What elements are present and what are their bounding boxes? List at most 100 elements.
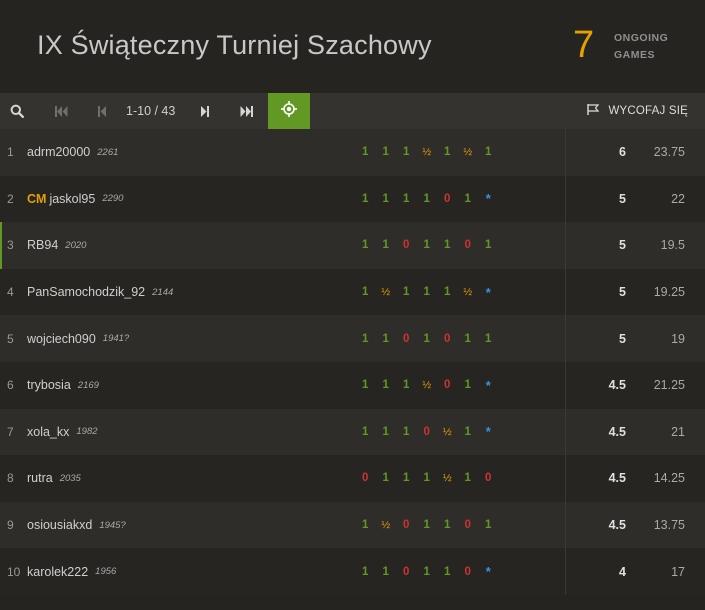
game-result[interactable]: 1 <box>437 239 458 251</box>
game-result[interactable]: 1 <box>417 333 438 345</box>
standings-row[interactable]: 6 trybosia 2169 1 1 1 ½ 0 1 * 4.5 21.25 <box>0 362 705 409</box>
player-cell[interactable]: PanSamochodzik_92 2144 <box>27 269 173 316</box>
game-result[interactable]: 1 <box>396 193 417 205</box>
player-cell[interactable]: osiousiakxd 1945? <box>27 502 126 549</box>
standings-row[interactable]: 2 CM jaskol95 2290 1 1 1 1 0 1 * 5 22 <box>0 175 705 223</box>
game-result[interactable]: 0 <box>396 566 417 578</box>
game-result[interactable]: 1 <box>355 193 376 205</box>
game-result[interactable]: 1 <box>376 239 397 251</box>
player-name[interactable]: trybosia <box>27 378 71 392</box>
standings-row[interactable]: 5 wojciech090 1941? 1 1 0 1 0 1 1 5 19 <box>0 315 705 362</box>
search-icon[interactable] <box>3 93 31 129</box>
player-cell[interactable]: karolek222 1956 <box>27 548 116 595</box>
player-name[interactable]: xola_kx <box>27 425 69 439</box>
game-result[interactable]: 1 <box>478 146 499 158</box>
game-result[interactable]: 1 <box>376 472 397 484</box>
game-result[interactable]: ½ <box>437 472 458 484</box>
player-cell[interactable]: adrm20000 2261 <box>27 129 118 176</box>
standings-row[interactable]: 4 PanSamochodzik_92 2144 1 ½ 1 1 1 ½ * 5 19.25 <box>0 268 705 316</box>
standings-row[interactable]: 9 osiousiakxd 1945? 1 ½ 0 1 1 0 1 4.5 13.75 <box>0 501 705 549</box>
game-result[interactable]: 0 <box>355 472 376 484</box>
game-result[interactable]: 1 <box>396 472 417 484</box>
game-result[interactable]: 1 <box>437 566 458 578</box>
game-result[interactable]: 0 <box>478 472 499 484</box>
player-name[interactable]: jaskol95 <box>49 192 95 206</box>
last-page-icon[interactable] <box>232 93 260 129</box>
game-result[interactable]: 1 <box>417 472 438 484</box>
game-result[interactable]: 1 <box>355 519 376 531</box>
game-result[interactable]: 1 <box>396 426 417 438</box>
game-result[interactable]: 0 <box>396 333 417 345</box>
player-name[interactable]: wojciech090 <box>27 332 96 346</box>
game-result[interactable]: 1 <box>355 286 376 298</box>
game-result[interactable]: 1 <box>355 379 376 391</box>
game-result[interactable]: 1 <box>458 426 479 438</box>
ongoing-game-marker[interactable]: * <box>478 285 499 300</box>
ongoing-game-marker[interactable]: * <box>478 424 499 439</box>
game-result[interactable]: 1 <box>376 146 397 158</box>
standings-row[interactable]: 1 adrm20000 2261 1 1 1 ½ 1 ½ 1 6 23.75 <box>0 129 705 176</box>
game-result[interactable]: 0 <box>437 379 458 391</box>
player-name[interactable]: rutra <box>27 471 53 485</box>
game-result[interactable]: 1 <box>417 566 438 578</box>
game-result[interactable]: ½ <box>376 519 397 531</box>
game-result[interactable]: 1 <box>458 472 479 484</box>
player-cell[interactable]: rutra 2035 <box>27 455 81 502</box>
game-result[interactable]: ½ <box>458 286 479 298</box>
game-result[interactable]: 1 <box>355 333 376 345</box>
game-result[interactable]: 0 <box>458 519 479 531</box>
game-result[interactable]: 0 <box>437 333 458 345</box>
game-result[interactable]: 1 <box>376 426 397 438</box>
player-cell[interactable]: RB94 2020 <box>27 222 86 269</box>
game-result[interactable]: 1 <box>355 426 376 438</box>
game-result[interactable]: 1 <box>478 519 499 531</box>
ongoing-game-marker[interactable]: * <box>478 378 499 393</box>
standings-row[interactable]: 7 xola_kx 1982 1 1 1 0 ½ 1 * 4.5 21 <box>0 408 705 456</box>
game-result[interactable]: 1 <box>376 566 397 578</box>
withdraw-button[interactable]: WYCOFAJ SIĘ <box>587 93 688 129</box>
game-result[interactable]: 1 <box>458 333 479 345</box>
game-result[interactable]: 0 <box>396 519 417 531</box>
game-result[interactable]: ½ <box>458 146 479 158</box>
game-result[interactable]: 0 <box>396 239 417 251</box>
game-result[interactable]: 1 <box>417 239 438 251</box>
game-result[interactable]: 1 <box>396 146 417 158</box>
ongoing-game-marker[interactable]: * <box>478 564 499 579</box>
game-result[interactable]: 1 <box>376 193 397 205</box>
next-page-icon[interactable] <box>193 93 215 129</box>
game-result[interactable]: ½ <box>417 379 438 391</box>
game-result[interactable]: 1 <box>376 379 397 391</box>
game-result[interactable]: 1 <box>458 379 479 391</box>
game-result[interactable]: 1 <box>437 286 458 298</box>
game-result[interactable]: 1 <box>376 333 397 345</box>
ongoing-game-marker[interactable]: * <box>478 191 499 206</box>
player-name[interactable]: osiousiakxd <box>27 518 92 532</box>
game-result[interactable]: 1 <box>396 286 417 298</box>
game-result[interactable]: 1 <box>458 193 479 205</box>
game-result[interactable]: 1 <box>478 333 499 345</box>
game-result[interactable]: 0 <box>417 426 438 438</box>
first-page-icon[interactable] <box>48 93 74 129</box>
prev-page-icon[interactable] <box>91 93 113 129</box>
player-cell[interactable]: CM jaskol95 2290 <box>27 176 123 223</box>
player-cell[interactable]: trybosia 2169 <box>27 362 99 409</box>
game-result[interactable]: 1 <box>355 146 376 158</box>
game-result[interactable]: 1 <box>417 519 438 531</box>
game-result[interactable]: 1 <box>417 286 438 298</box>
game-result[interactable]: 1 <box>437 146 458 158</box>
player-cell[interactable]: xola_kx 1982 <box>27 409 98 456</box>
game-result[interactable]: 1 <box>355 239 376 251</box>
game-result[interactable]: 1 <box>417 193 438 205</box>
standings-row[interactable]: 10 karolek222 1956 1 1 0 1 1 0 * 4 17 <box>0 548 705 595</box>
player-name[interactable]: adrm20000 <box>27 145 90 159</box>
game-result[interactable]: ½ <box>417 146 438 158</box>
focus-my-standing-button[interactable] <box>268 93 310 129</box>
game-result[interactable]: 1 <box>478 239 499 251</box>
game-result[interactable]: 1 <box>437 519 458 531</box>
game-result[interactable]: 0 <box>458 566 479 578</box>
standings-row[interactable]: 3 RB94 2020 1 1 0 1 1 0 1 5 19.5 <box>0 222 705 269</box>
game-result[interactable]: 0 <box>458 239 479 251</box>
player-name[interactable]: PanSamochodzik_92 <box>27 285 145 299</box>
game-result[interactable]: ½ <box>437 426 458 438</box>
standings-row[interactable]: 8 rutra 2035 0 1 1 1 ½ 1 0 4.5 14.25 <box>0 455 705 502</box>
